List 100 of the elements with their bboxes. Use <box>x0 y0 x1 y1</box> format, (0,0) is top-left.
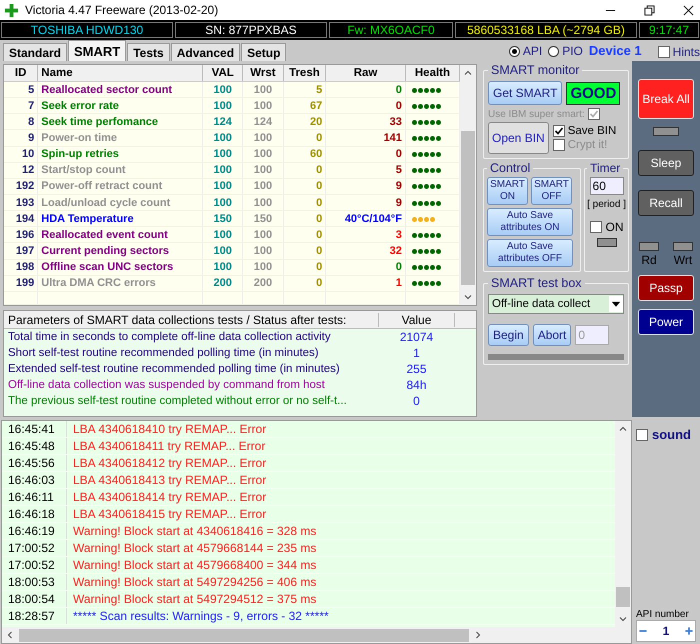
raw-cell: 0 <box>326 146 406 162</box>
control-button[interactable]: Auto Save attributes OFF <box>487 239 573 267</box>
column-header[interactable]: ID <box>4 65 38 82</box>
power-button[interactable]: Power <box>638 309 694 335</box>
plus-icon[interactable] <box>683 625 695 637</box>
tab[interactable]: Standard <box>3 43 68 61</box>
threshold-cell: 0 <box>283 242 326 260</box>
attribute-name: Reallocated sector count <box>38 82 203 98</box>
recall-button[interactable]: Recall <box>638 190 694 216</box>
log-time: 16:45:48 <box>2 438 67 454</box>
attribute-id: 8 <box>4 114 38 130</box>
value-cell: 100 <box>202 226 243 243</box>
checkmark-icon <box>588 109 599 119</box>
attribute-name: Load/unload cycle count <box>38 194 203 211</box>
value-cell: 100 <box>202 259 243 276</box>
scroll-down-icon[interactable] <box>463 292 473 302</box>
raw-cell: 0 <box>326 98 406 114</box>
column-header[interactable]: Raw <box>326 65 406 82</box>
tab[interactable]: Setup <box>241 43 286 61</box>
scroll-left-icon[interactable] <box>5 630 15 640</box>
attribute-id: 12 <box>4 162 38 178</box>
log-message: LBA 4340618413 try REMAP... Error <box>72 473 266 487</box>
attribute-name: HDA Temperature <box>38 210 203 227</box>
threshold-cell: 0 <box>283 130 326 146</box>
worst-cell: 100 <box>242 178 284 194</box>
column-header[interactable]: Name <box>38 65 203 82</box>
parameter-name: The previous self-test routine completed without error or no self-t... <box>7 395 348 407</box>
interface-radio[interactable]: API <box>508 44 542 58</box>
timer-on-checkbox[interactable]: ON <box>590 220 624 234</box>
threshold-cell: 0 <box>283 226 326 243</box>
scroll-thumb[interactable] <box>19 628 469 642</box>
attribute-id: 192 <box>4 178 38 194</box>
open-bin-button[interactable]: Open BIN <box>488 122 549 154</box>
worst-cell: 100 <box>242 146 284 162</box>
scrollbar[interactable] <box>615 421 631 627</box>
attribute-name: Seek error rate <box>38 98 203 114</box>
parameter-name: Total time in seconds to complete off-line data collection activity <box>7 331 332 343</box>
app-icon <box>4 2 19 18</box>
attribute-id: 194 <box>4 210 38 227</box>
tab[interactable]: Tests <box>127 43 170 61</box>
tab[interactable]: SMART <box>68 40 126 61</box>
log-time: 17:00:52 <box>2 557 67 573</box>
raw-cell: 33 <box>326 114 406 130</box>
timer-field[interactable]: 60 <box>590 177 624 195</box>
get-smart-button[interactable]: Get SMART <box>488 81 562 105</box>
sound-checkbox[interactable]: sound <box>636 427 696 442</box>
raw-cell: 9 <box>326 178 406 194</box>
raw-cell: 0 <box>326 82 406 98</box>
horizontal-scrollbar[interactable] <box>2 627 631 643</box>
column-header[interactable]: Wrst <box>242 65 284 82</box>
control-button[interactable]: Auto Save attributes ON <box>487 208 573 236</box>
log-time: 18:00:53 <box>2 574 67 590</box>
write-label: Wrt <box>674 253 692 267</box>
attribute-id: 199 <box>4 275 38 292</box>
raw-cell: 1 <box>326 275 406 292</box>
worst-cell: 100 <box>242 130 284 146</box>
value-cell: 100 <box>202 178 243 194</box>
column-header[interactable]: Health <box>405 65 460 82</box>
interface-radio[interactable]: PIO <box>548 44 583 58</box>
read-indicator <box>639 242 659 251</box>
attribute-name: Ultra DMA CRC errors <box>38 275 203 292</box>
threshold-cell: 5 <box>283 82 326 98</box>
test-dropdown[interactable]: Off-line data collect <box>488 294 624 314</box>
log-time: 16:46:11 <box>2 489 67 505</box>
scroll-thumb[interactable] <box>616 587 630 607</box>
column-header: Value <box>379 312 455 326</box>
status-indicator: GOOD <box>566 82 620 104</box>
tab[interactable]: Advanced <box>170 43 240 61</box>
attribute-id: 5 <box>4 82 38 98</box>
scroll-right-icon[interactable] <box>473 630 483 640</box>
log-message: LBA 4340618411 try REMAP... Error <box>72 439 266 453</box>
log-time: 16:45:41 <box>2 421 67 437</box>
log-message: LBA 4340618410 try REMAP... Error <box>72 422 266 436</box>
break-all-button[interactable]: Break All <box>638 79 694 119</box>
sleep-button[interactable]: Sleep <box>638 150 694 176</box>
restore-icon[interactable] <box>644 4 655 16</box>
worst-cell: 100 <box>242 98 284 114</box>
scrollbar[interactable] <box>460 65 476 305</box>
group-title: SMART test box <box>490 276 583 290</box>
attribute-name: Start/stop count <box>38 162 203 178</box>
passp-button[interactable]: Passp <box>638 275 694 301</box>
parameter-name: Extended self-test routine recommended polling time (in minutes) <box>7 363 341 375</box>
control-button[interactable]: SMART OFF <box>531 177 572 205</box>
control-button[interactable]: SMART ON <box>487 177 528 205</box>
scroll-thumb[interactable] <box>461 131 475 285</box>
abort-button[interactable]: Abort <box>532 324 572 346</box>
begin-button[interactable]: Begin <box>488 324 529 346</box>
hints-checkbox[interactable]: Hints <box>658 45 700 59</box>
column-header[interactable]: Tresh <box>283 65 326 82</box>
drive-info-field: SN: 877PPXBAS <box>175 22 327 38</box>
scroll-down-icon[interactable] <box>618 614 628 624</box>
column-header[interactable]: VAL <box>202 65 243 82</box>
attribute-id: 198 <box>4 259 38 276</box>
parameter-value: 0 <box>412 394 421 408</box>
close-icon[interactable] <box>683 4 694 16</box>
value-cell: 100 <box>202 98 243 114</box>
period-label: [ period ] <box>587 199 626 210</box>
option-checkbox[interactable]: Save BIN <box>552 125 616 137</box>
log-message: LBA 4340618415 try REMAP... Error <box>72 507 266 521</box>
attribute-id: 197 <box>4 242 38 260</box>
